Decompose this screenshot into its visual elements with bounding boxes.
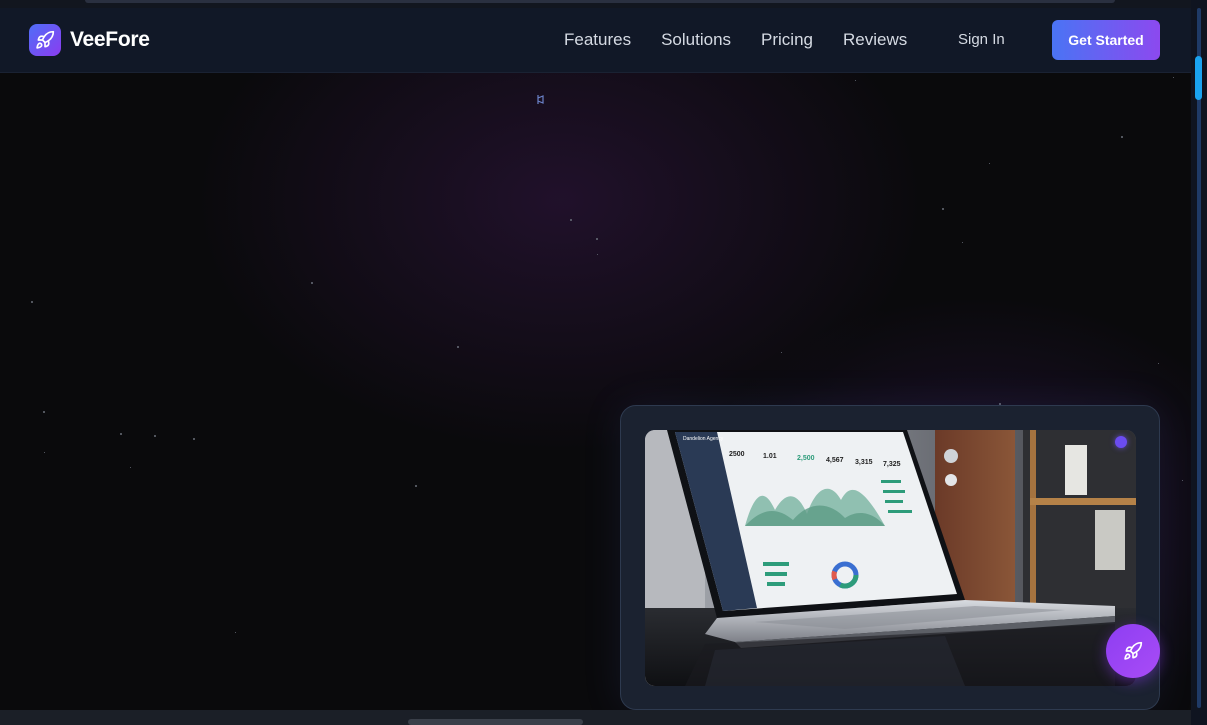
navbar: VeeFore Features Solutions Pricing Revie… bbox=[0, 8, 1191, 73]
horizontal-scrollbar[interactable] bbox=[0, 710, 1191, 725]
vertical-scrollbar[interactable] bbox=[1191, 0, 1207, 725]
laptop-dashboard-image: Dandelion Agency 2500 1.01 2,500 4,567 3… bbox=[645, 430, 1136, 686]
get-started-button[interactable]: Get Started bbox=[1052, 20, 1160, 60]
nav-link-reviews[interactable]: Reviews bbox=[828, 26, 922, 54]
nav-links: Features Solutions Pricing Reviews bbox=[549, 26, 922, 54]
dashboard-stat: 2500 bbox=[729, 451, 745, 458]
horizontal-scroll-thumb[interactable] bbox=[408, 719, 583, 725]
sparkle-icon bbox=[537, 95, 544, 104]
nav-link-pricing[interactable]: Pricing bbox=[746, 26, 828, 54]
dashboard-stat: 4,567 bbox=[826, 457, 844, 464]
sign-in-link[interactable]: Sign In bbox=[944, 26, 1019, 54]
tab-strip-line bbox=[85, 0, 1115, 3]
scroll-thumb[interactable] bbox=[1195, 56, 1202, 100]
nav-link-solutions[interactable]: Solutions bbox=[646, 26, 746, 54]
dashboard-stat: 3,315 bbox=[855, 459, 873, 466]
nav-link-features[interactable]: Features bbox=[549, 26, 646, 54]
carousel-indicator-dot[interactable] bbox=[1115, 436, 1127, 448]
brand-link[interactable]: VeeFore bbox=[29, 24, 150, 56]
scroll-track[interactable] bbox=[1197, 8, 1201, 708]
floating-action-button[interactable] bbox=[1106, 624, 1160, 678]
landing-page: VeeFore Features Solutions Pricing Revie… bbox=[0, 0, 1207, 725]
rocket-icon bbox=[29, 24, 61, 56]
dashboard-stat: 1.01 bbox=[763, 453, 777, 460]
dashboard-title: Dandelion Agency bbox=[683, 436, 724, 442]
brand-name: VeeFore bbox=[70, 28, 150, 51]
browser-tab-strip bbox=[0, 0, 1191, 8]
rocket-icon bbox=[1124, 641, 1143, 660]
dashboard-stat: 2,500 bbox=[797, 455, 815, 462]
dashboard-stat: 7,325 bbox=[883, 461, 901, 468]
hero-media-card: Dandelion Agency 2500 1.01 2,500 4,567 3… bbox=[620, 405, 1160, 710]
